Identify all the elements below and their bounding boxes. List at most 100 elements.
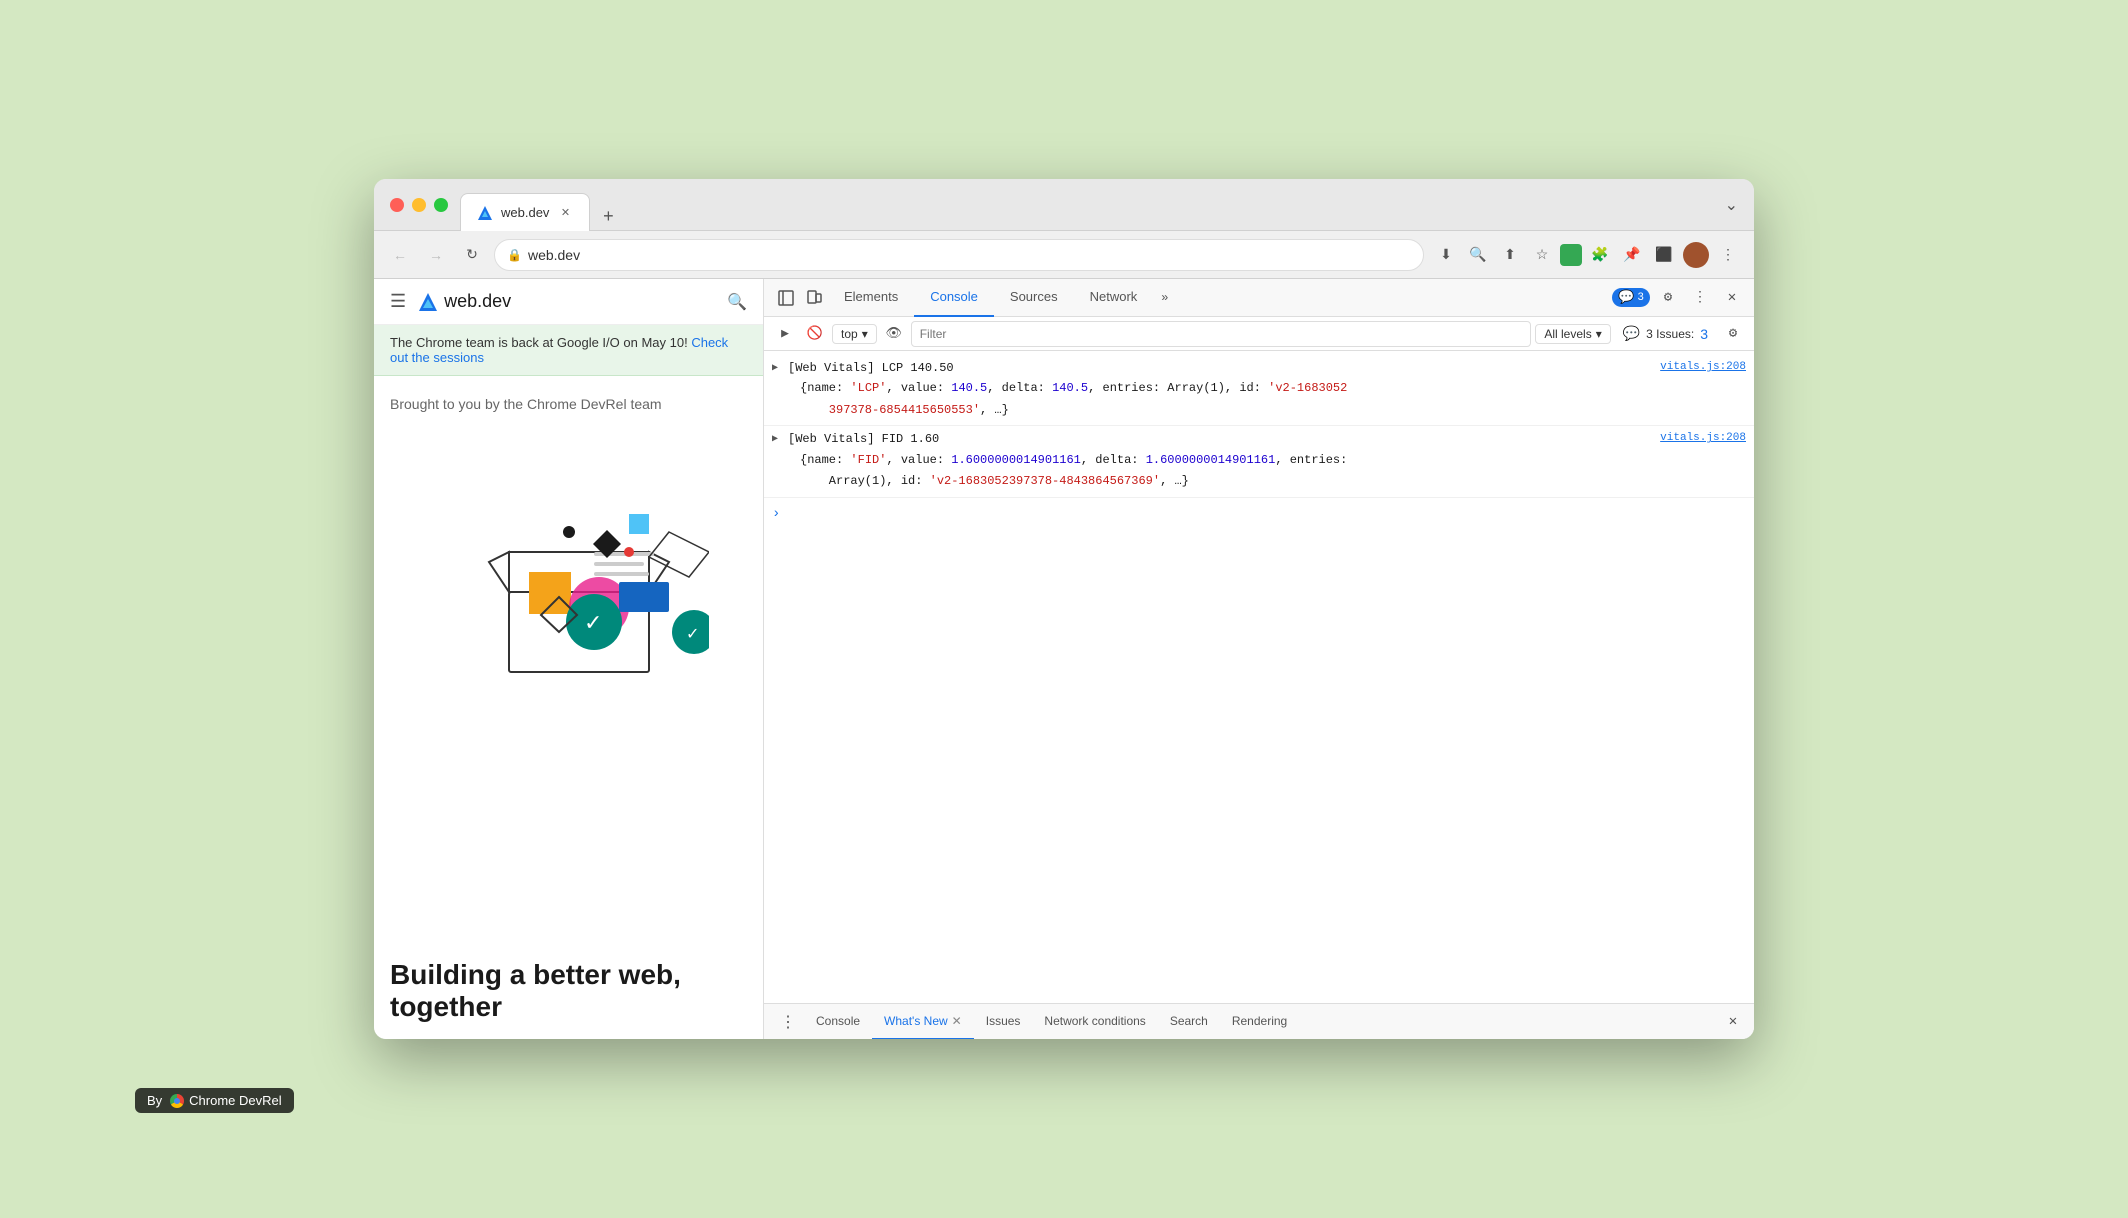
bottom-tab-whats-new[interactable]: What's New ✕ (872, 1004, 974, 1040)
webpage: ☰ web.dev 🔍 The Chrome team is back at G… (374, 279, 764, 1039)
eye-icon[interactable]: 👁 (881, 321, 907, 347)
close-window-button[interactable] (390, 198, 404, 212)
cast-icon[interactable]: ⬛ (1650, 241, 1678, 269)
bottom-tab-rendering[interactable]: Rendering (1220, 1004, 1299, 1040)
console-settings-icon[interactable]: ⚙ (1720, 321, 1746, 347)
issues-label: 3 Issues: (1646, 327, 1694, 341)
tab-title: web.dev (501, 205, 549, 220)
issues-chat-icon: 💬 (1623, 325, 1640, 342)
fid-prefix: [Web Vitals] FID 1.60 (788, 430, 1644, 449)
chrome-logo-icon (170, 1094, 184, 1108)
issues-badge-count: 3 (1637, 292, 1644, 304)
lcp-prefix: [Web Vitals] LCP 140.50 (788, 359, 1644, 378)
whats-new-close-icon[interactable]: ✕ (952, 1014, 962, 1028)
lcp-source[interactable]: vitals.js:208 (1660, 359, 1746, 377)
context-text: top (841, 327, 858, 341)
forward-button[interactable]: → (422, 241, 450, 269)
settings-icon[interactable]: ⚙ (1654, 284, 1682, 312)
title-bar: web.dev ✕ + ⌄ (374, 179, 1754, 231)
menu-button[interactable]: ☰ (390, 291, 406, 312)
illustration: ✓ ✓ (429, 432, 709, 692)
chrome-center-dot (174, 1098, 180, 1104)
puzzle-icon[interactable]: 🧩 (1586, 241, 1614, 269)
logo-text: web.dev (444, 291, 511, 312)
close-devtools-icon[interactable]: ✕ (1718, 284, 1746, 312)
console-output: ▶ [Web Vitals] LCP 140.50 vitals.js:208 … (764, 351, 1754, 1003)
search-icon[interactable]: 🔍 (727, 292, 747, 312)
bottom-tab-console[interactable]: Console (804, 1004, 872, 1040)
prompt-caret-icon[interactable]: › (772, 506, 780, 522)
pin-icon[interactable]: 📌 (1618, 241, 1646, 269)
devtools: Elements Console Sources Network » 💬 3 (764, 279, 1754, 1039)
devtools-tabs: Elements Console Sources Network » 💬 3 (764, 279, 1754, 317)
fid-source[interactable]: vitals.js:208 (1660, 430, 1746, 448)
avatar (1683, 242, 1709, 268)
context-selector[interactable]: top ▾ (832, 324, 877, 344)
tab-close-button[interactable]: ✕ (557, 205, 573, 221)
console-block-icon[interactable]: 🚫 (802, 321, 828, 347)
console-line-fid: [Web Vitals] FID 1.60 vitals.js:208 (788, 430, 1746, 449)
bookmark-icon[interactable]: ☆ (1528, 241, 1556, 269)
bottom-tabs-menu-icon[interactable]: ⋮ (772, 1012, 804, 1032)
console-toolbar: ▶ 🚫 top ▾ 👁 All levels ▾ 💬 3 Issues: 3 ⚙ (764, 317, 1754, 351)
bottom-tab-network-conditions[interactable]: Network conditions (1032, 1004, 1157, 1040)
levels-dropdown-icon: ▾ (1596, 327, 1602, 341)
maximize-window-button[interactable] (434, 198, 448, 212)
console-play-icon[interactable]: ▶ (772, 321, 798, 347)
menu-icon[interactable]: ⋮ (1714, 241, 1742, 269)
toolbar-icons: ⬇ 🔍 ⬆ ☆ 🧩 📌 ⬛ ⋮ (1432, 241, 1742, 269)
console-entry-fid: ▶ [Web Vitals] FID 1.60 vitals.js:208 {n… (764, 426, 1754, 497)
inspect-element-icon[interactable] (772, 284, 800, 312)
traffic-lights (390, 198, 448, 212)
context-dropdown-icon: ▾ (862, 327, 868, 341)
logo-icon (418, 292, 438, 312)
new-tab-button[interactable]: + (594, 202, 622, 230)
console-entry-lcp: ▶ [Web Vitals] LCP 140.50 vitals.js:208 … (764, 355, 1754, 426)
zoom-icon[interactable]: 🔍 (1464, 241, 1492, 269)
download-icon[interactable]: ⬇ (1432, 241, 1460, 269)
tab-console[interactable]: Console (914, 279, 994, 317)
profile-icon[interactable] (1682, 241, 1710, 269)
levels-text: All levels (1544, 327, 1591, 341)
webpage-body: Brought to you by the Chrome DevRel team (374, 376, 763, 959)
more-options-icon[interactable]: ⋮ (1686, 284, 1714, 312)
expand-icon-lcp[interactable]: ▶ (772, 361, 778, 377)
illustration-svg: ✓ ✓ (429, 432, 709, 692)
bottom-tabs: ⋮ Console What's New ✕ Issues Network co… (764, 1003, 1754, 1039)
webpage-header: ☰ web.dev 🔍 (374, 279, 763, 325)
fid-details: {name: 'FID', value: 1.6000000014901161,… (788, 450, 1746, 493)
share-icon[interactable]: ⬆ (1496, 241, 1524, 269)
device-toggle-icon[interactable] (800, 284, 828, 312)
filter-input[interactable] (911, 321, 1532, 347)
webdev-favicon (477, 205, 493, 221)
console-line-lcp: [Web Vitals] LCP 140.50 vitals.js:208 (788, 359, 1746, 378)
levels-selector[interactable]: All levels ▾ (1535, 324, 1610, 344)
tab-network[interactable]: Network (1074, 279, 1154, 317)
main-area: ☰ web.dev 🔍 The Chrome team is back at G… (374, 279, 1754, 1039)
more-tabs-icon[interactable]: » (1153, 291, 1176, 305)
minimize-window-button[interactable] (412, 198, 426, 212)
back-button[interactable]: ← (386, 241, 414, 269)
issues-badge[interactable]: 💬 3 (1612, 288, 1650, 307)
webpage-subtitle: Brought to you by the Chrome DevRel team (390, 396, 747, 412)
tab-elements[interactable]: Elements (828, 279, 914, 317)
reload-button[interactable]: ↻ (458, 241, 486, 269)
chevron-down-icon[interactable]: ⌄ (1725, 195, 1738, 215)
expand-icon-fid[interactable]: ▶ (772, 432, 778, 448)
address-bar: ← → ↻ 🔒 web.dev ⬇ 🔍 ⬆ ☆ 🧩 📌 ⬛ ⋮ (374, 231, 1754, 279)
url-text: web.dev (528, 247, 580, 263)
url-bar[interactable]: 🔒 web.dev (494, 239, 1424, 271)
bottom-tab-issues[interactable]: Issues (974, 1004, 1033, 1040)
tooltip-by: By (147, 1093, 162, 1108)
tooltip-brand: Chrome DevRel (189, 1093, 281, 1108)
svg-text:✓: ✓ (584, 610, 602, 635)
bottom-panel-close-icon[interactable]: ✕ (1720, 1009, 1746, 1035)
browser-tab-webdev[interactable]: web.dev ✕ (460, 193, 590, 231)
bottom-tab-search[interactable]: Search (1158, 1004, 1220, 1040)
lock-icon: 🔒 (507, 248, 522, 262)
extension-green-icon[interactable] (1560, 244, 1582, 266)
announcement-text: The Chrome team is back at Google I/O on… (390, 335, 688, 350)
tab-sources[interactable]: Sources (994, 279, 1074, 317)
browser-window: web.dev ✕ + ⌄ ← → ↻ 🔒 web.dev ⬇ 🔍 ⬆ ☆ 🧩 (374, 179, 1754, 1039)
issues-chat-icon: 💬 (1618, 290, 1634, 305)
